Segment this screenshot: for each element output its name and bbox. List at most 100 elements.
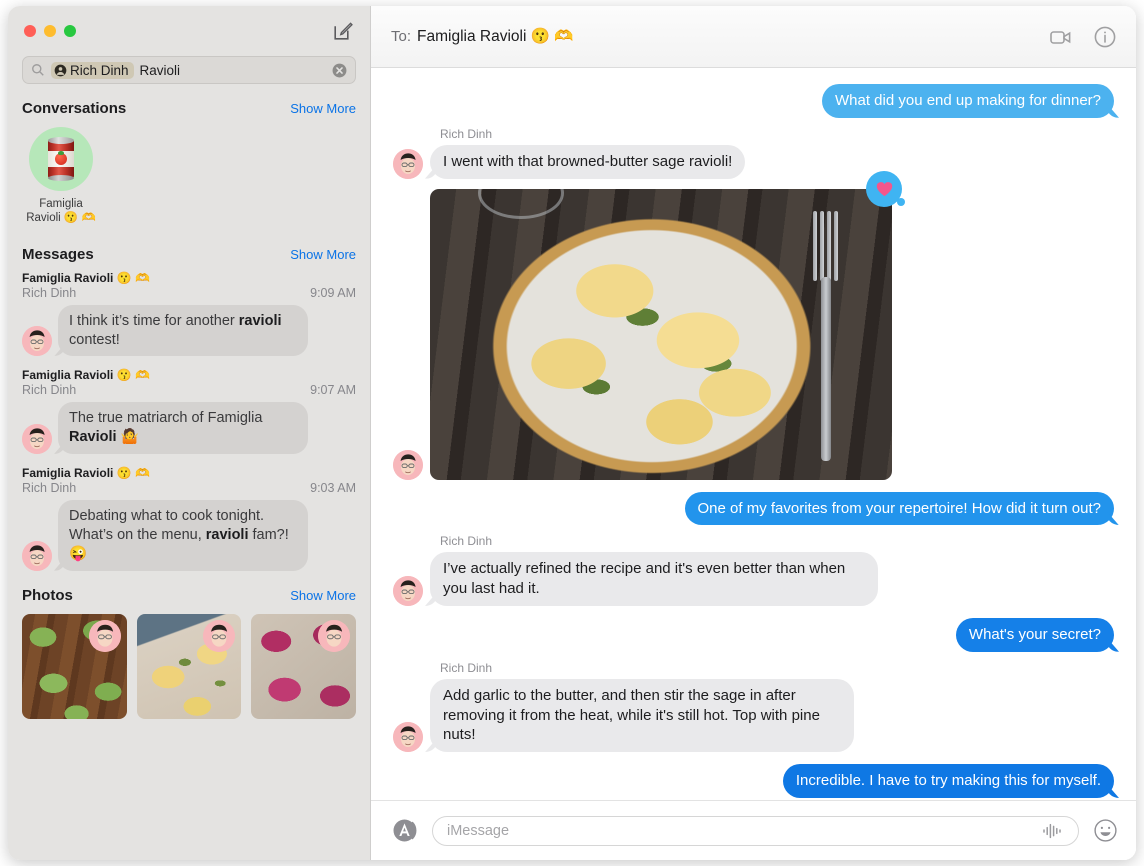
sidebar-results[interactable]: Conversations Show More Famiglia Ravioli…	[8, 94, 370, 860]
search-input[interactable]: Rich Dinh Ravioli	[22, 56, 356, 84]
message-result-sender: Rich Dinh	[22, 383, 77, 398]
message-result-text-after: 🤷	[116, 429, 139, 446]
incoming-message-bubble[interactable]: I went with that browned-butter sage rav…	[430, 144, 746, 179]
search-container: Rich Dinh Ravioli	[8, 56, 370, 94]
message-result-title: Famiglia Ravioli 😗 🫶	[22, 466, 150, 481]
audio-waveform-icon[interactable]	[1042, 823, 1064, 839]
tapback-heart-badge[interactable]	[866, 170, 905, 207]
imessage-input[interactable]: iMessage	[432, 815, 1079, 846]
to-label: To:	[391, 28, 412, 45]
info-circle-icon[interactable]	[1092, 24, 1118, 50]
message-result-bubble: I think it’s time for another ravioli co…	[58, 304, 308, 357]
message-sender-label: Rich Dinh	[440, 660, 493, 675]
message-result-title: Famiglia Ravioli 😗 🫶	[22, 270, 150, 285]
outgoing-message-bubble[interactable]: What did you end up making for dinner?	[822, 84, 1114, 118]
incoming-message-bubble[interactable]: I’ve actually refined the recipe and it'…	[430, 552, 878, 606]
avatar	[203, 619, 236, 652]
avatar	[88, 619, 121, 652]
outgoing-message-bubble[interactable]: What's your secret?	[955, 617, 1114, 652]
close-button[interactable]	[24, 25, 36, 37]
app-store-icon[interactable]	[391, 817, 418, 844]
message-sender-label: Rich Dinh	[440, 534, 493, 549]
imessage-placeholder: iMessage	[447, 822, 510, 839]
sidebar: Rich Dinh Ravioli Conversations Show Mor…	[8, 6, 371, 860]
search-token-label: Rich Dinh	[70, 62, 129, 78]
message-result-text-before: The true matriarch of Famiglia	[69, 410, 263, 427]
avatar	[22, 326, 52, 357]
message-thread[interactable]: What did you end up making for dinner? R…	[371, 68, 1136, 800]
photos-row	[8, 610, 370, 719]
message-result-text-match: ravioli	[205, 526, 249, 543]
message-result-row[interactable]: Famiglia Ravioli 😗 🫶 Rich Dinh 9:09 AM I…	[8, 269, 370, 367]
message-row: Add garlic to the butter, and then stir …	[393, 678, 1114, 753]
section-messages: Messages Show More	[8, 240, 370, 269]
photo-attachment[interactable]	[430, 170, 905, 480]
section-title-photos: Photos	[22, 586, 73, 604]
message-result-time: 9:03 AM	[310, 481, 356, 496]
outgoing-message-bubble[interactable]: Incredible. I have to try making this fo…	[782, 764, 1114, 798]
heart-icon	[876, 181, 892, 196]
show-more-conversations[interactable]: Show More	[290, 101, 356, 116]
conversation-item-label: Famiglia Ravioli 😗 🫶	[26, 198, 96, 225]
message-result-title: Famiglia Ravioli 😗 🫶	[22, 368, 150, 383]
message-row-photo	[393, 170, 1114, 480]
yellow-sage-ravioli-photo[interactable]	[136, 613, 242, 719]
message-row: I’ve actually refined the recipe and it'…	[393, 552, 1114, 606]
canned-tomato-icon	[29, 127, 93, 191]
person-circle-icon	[54, 64, 67, 76]
smiley-face-icon[interactable]	[1093, 818, 1118, 843]
message-result-sender: Rich Dinh	[22, 481, 77, 496]
conversation-header: To: Famiglia Ravioli 😗 🫶	[371, 6, 1136, 68]
section-conversations: Conversations Show More	[8, 94, 370, 123]
avatar	[393, 449, 423, 480]
message-result-text-before: I think it’s time for another	[69, 312, 239, 329]
search-query-text: Ravioli	[139, 62, 181, 78]
pink-beet-ravioli-photo[interactable]	[251, 613, 357, 719]
message-row: Incredible. I have to try making this fo…	[393, 764, 1114, 798]
search-token-rich-dinh[interactable]: Rich Dinh	[51, 61, 134, 79]
compose-pencil-icon[interactable]	[332, 20, 354, 42]
recipient-name[interactable]: Famiglia Ravioli 😗 🫶	[417, 27, 574, 46]
message-result-text-after: contest!	[69, 331, 120, 348]
message-result-text-match: Ravioli	[69, 429, 117, 446]
fork-shape	[812, 210, 840, 461]
show-more-photos[interactable]: Show More	[290, 588, 356, 603]
message-result-row[interactable]: Famiglia Ravioli 😗 🫶 Rich Dinh 9:03 AM D…	[8, 464, 370, 581]
avatar	[22, 540, 52, 571]
avatar	[318, 619, 351, 652]
message-sender-label: Rich Dinh	[440, 126, 493, 141]
message-result-sender: Rich Dinh	[22, 285, 77, 300]
sidebar-titlebar	[8, 6, 370, 56]
message-result-text-match: ravioli	[238, 312, 282, 329]
compose-bar: iMessage	[371, 800, 1136, 860]
green-spinach-ravioli-photo[interactable]	[22, 613, 127, 719]
avatar	[393, 722, 423, 753]
message-result-bubble: The true matriarch of Famiglia Ravioli 🤷	[58, 402, 308, 455]
incoming-message-bubble[interactable]: Add garlic to the butter, and then stir …	[430, 678, 854, 753]
message-row: What did you end up making for dinner?	[393, 84, 1114, 118]
avatar	[393, 148, 423, 179]
clear-circle-icon[interactable]	[332, 63, 347, 78]
message-result-row[interactable]: Famiglia Ravioli 😗 🫶 Rich Dinh 9:07 AM T…	[8, 366, 370, 464]
avatar	[22, 424, 52, 455]
minimize-button[interactable]	[44, 25, 56, 37]
message-result-bubble: Debating what to cook tonight. What’s on…	[58, 500, 308, 571]
message-row: What's your secret?	[393, 617, 1114, 652]
section-photos: Photos Show More	[8, 581, 370, 610]
message-row: I went with that browned-butter sage rav…	[393, 144, 1114, 179]
message-result-time: 9:07 AM	[310, 383, 356, 398]
conversation-item-famiglia-ravioli[interactable]: Famiglia Ravioli 😗 🫶	[22, 127, 100, 226]
ravioli-plate-photo[interactable]	[430, 188, 892, 480]
search-icon	[32, 64, 44, 76]
messages-window: Rich Dinh Ravioli Conversations Show Mor…	[8, 6, 1136, 860]
show-more-messages[interactable]: Show More	[290, 247, 356, 262]
outgoing-message-bubble[interactable]: One of my favorites from your repertoire…	[684, 491, 1114, 526]
conversations-row: Famiglia Ravioli 😗 🫶	[8, 123, 370, 240]
message-row: One of my favorites from your repertoire…	[393, 491, 1114, 526]
wine-glass-shape	[478, 188, 564, 219]
message-result-time: 9:09 AM	[310, 285, 356, 300]
traffic-lights	[24, 25, 76, 37]
zoom-button[interactable]	[64, 25, 76, 37]
section-title-messages: Messages	[22, 245, 94, 263]
video-camera-icon[interactable]	[1048, 24, 1074, 50]
